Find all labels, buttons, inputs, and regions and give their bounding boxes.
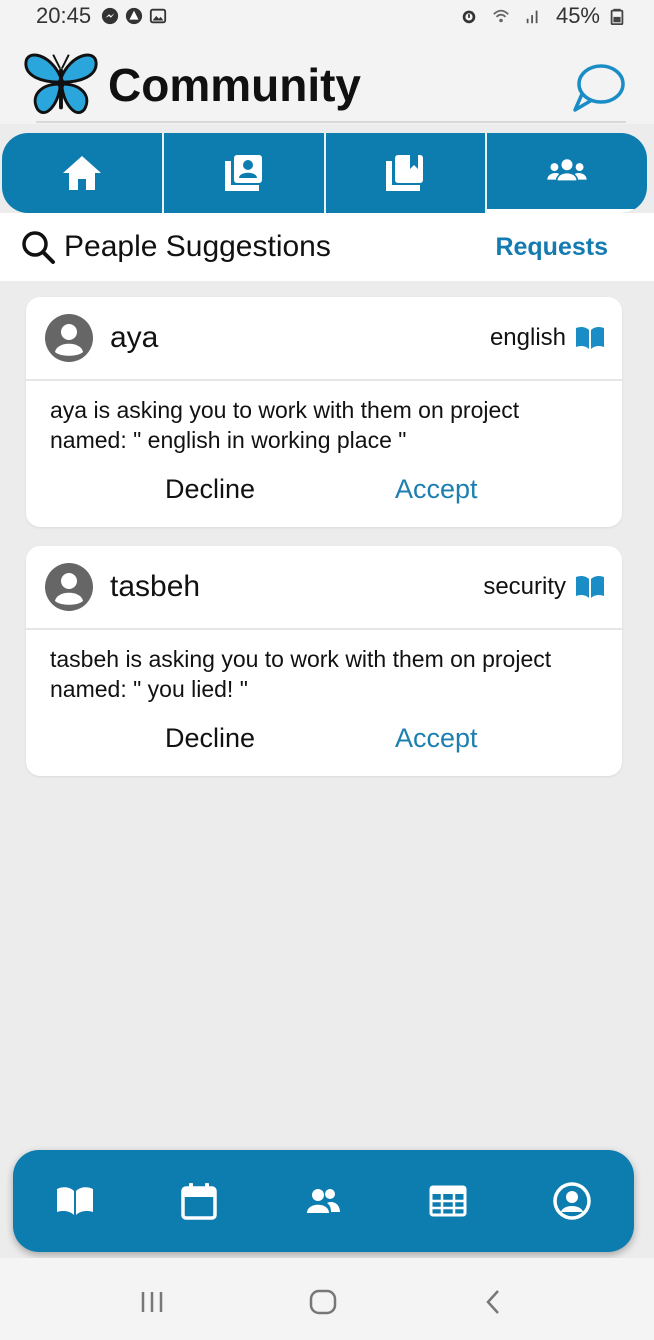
chat-bubble-icon[interactable] xyxy=(570,62,626,114)
requests-link[interactable]: Requests xyxy=(495,233,608,262)
header-divider xyxy=(36,121,626,123)
tab-home[interactable] xyxy=(2,133,164,213)
contacts-book-icon xyxy=(224,155,262,191)
messenger-icon xyxy=(101,7,119,25)
nav-calendar[interactable] xyxy=(169,1171,229,1231)
home-button-icon[interactable] xyxy=(303,1282,343,1322)
nav-people[interactable] xyxy=(293,1171,353,1231)
suggestions-bar: Peaple Suggestions Requests xyxy=(0,213,654,281)
user-circle-icon xyxy=(553,1182,591,1220)
open-book-icon xyxy=(576,575,604,598)
requester-name: tasbeh xyxy=(110,570,201,603)
request-message: aya is asking you to work with them on p… xyxy=(26,381,622,455)
app-title: Community xyxy=(108,59,361,111)
open-book-icon xyxy=(576,326,604,349)
wifi-icon xyxy=(493,9,509,23)
app-icon xyxy=(125,7,143,25)
accept-button[interactable]: Accept xyxy=(395,474,478,505)
nav-profile[interactable] xyxy=(542,1171,602,1231)
request-card-header: tasbeh security xyxy=(26,546,622,630)
people-suggestions-title[interactable]: Peaple Suggestions xyxy=(64,230,331,264)
request-actions: Decline Accept xyxy=(26,455,622,523)
butterfly-logo xyxy=(24,53,98,114)
nav-table[interactable] xyxy=(418,1171,478,1231)
bookmark-book-icon xyxy=(386,155,424,191)
topic-label: security xyxy=(483,573,566,600)
recents-icon[interactable] xyxy=(132,1282,172,1322)
tab-contacts[interactable] xyxy=(164,133,326,213)
project-topic: security xyxy=(483,573,606,601)
request-card: tasbeh security tasbeh is asking you to … xyxy=(26,546,622,776)
topic-label: english xyxy=(489,324,566,351)
requester-name: aya xyxy=(110,321,159,354)
accept-button[interactable]: Accept xyxy=(395,723,478,754)
decline-button[interactable]: Decline xyxy=(165,474,255,505)
status-bar: 20:45 45% xyxy=(0,0,654,32)
calendar-icon xyxy=(181,1183,218,1220)
request-card: aya english aya is asking you to work wi… xyxy=(26,297,622,527)
nav-library[interactable] xyxy=(45,1171,105,1231)
request-card-header: aya english xyxy=(26,297,622,381)
bottom-nav xyxy=(13,1150,634,1252)
request-message-line: tasbeh is asking you to work with them o… xyxy=(50,646,552,672)
people-icon xyxy=(307,1189,341,1213)
app-header: Community xyxy=(0,32,654,124)
status-time: 20:45 xyxy=(36,3,92,28)
tab-community[interactable] xyxy=(487,133,647,213)
request-message-line: named: " english in working place " xyxy=(50,427,407,453)
system-nav-bar xyxy=(0,1258,654,1340)
project-topic: english xyxy=(490,324,606,352)
avatar-icon xyxy=(45,314,93,362)
open-book-icon xyxy=(57,1187,94,1215)
battery-percent: 45% xyxy=(555,3,600,28)
decline-button[interactable]: Decline xyxy=(165,723,255,754)
home-icon xyxy=(62,156,101,190)
top-tab-bar xyxy=(2,133,647,213)
request-actions: Decline Accept xyxy=(26,704,622,772)
alarm-icon xyxy=(462,10,476,24)
back-icon[interactable] xyxy=(473,1282,513,1322)
avatar-icon xyxy=(45,563,93,611)
request-message: tasbeh is asking you to work with them o… xyxy=(26,630,622,704)
signal-icon xyxy=(526,10,538,24)
table-icon xyxy=(429,1185,467,1217)
people-group-icon xyxy=(547,159,587,181)
request-message-line: named: " you lied! " xyxy=(50,676,248,702)
image-icon xyxy=(149,8,167,24)
request-message-line: aya is asking you to work with them on p… xyxy=(50,397,520,423)
tab-library[interactable] xyxy=(326,133,488,213)
search-icon[interactable] xyxy=(20,229,56,265)
battery-icon xyxy=(610,8,624,25)
